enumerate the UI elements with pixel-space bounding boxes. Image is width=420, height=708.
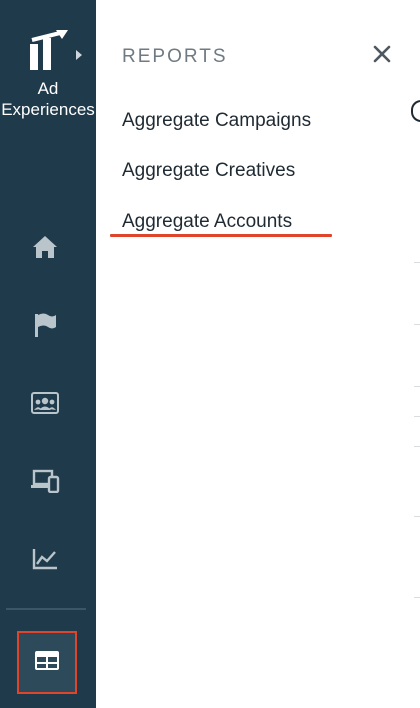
menu-item-aggregate-creatives[interactable]: Aggregate Creatives — [122, 160, 295, 182]
divider — [414, 597, 420, 598]
reports-nav-button[interactable] — [17, 631, 77, 694]
menu-item-aggregate-accounts[interactable]: Aggregate Accounts — [122, 211, 292, 233]
reports-panel: REPORTS Aggregate Campaigns Aggregate Cr… — [96, 0, 420, 708]
highlight-underline — [110, 234, 332, 237]
caret-right-icon[interactable] — [76, 50, 82, 60]
divider — [414, 416, 420, 417]
home-icon[interactable] — [28, 232, 62, 262]
reports-table-icon — [35, 650, 59, 675]
brand-name: Ad Experiences — [1, 79, 95, 119]
sidebar-divider — [6, 608, 86, 610]
divider — [414, 516, 420, 517]
ad-experiences-logo — [30, 30, 72, 70]
chart-icon[interactable] — [28, 544, 62, 574]
devices-icon[interactable] — [28, 466, 62, 496]
brand[interactable]: Ad Experiences — [0, 0, 96, 130]
divider — [414, 386, 420, 387]
divider — [414, 262, 420, 263]
menu-item-aggregate-campaigns[interactable]: Aggregate Campaigns — [122, 110, 311, 132]
flag-icon[interactable] — [28, 310, 62, 340]
audience-icon[interactable] — [28, 388, 62, 418]
sidebar: Ad Experiences — [0, 0, 96, 708]
divider — [414, 324, 420, 325]
panel-title: REPORTS — [122, 46, 228, 67]
divider — [414, 446, 420, 447]
close-icon[interactable] — [368, 40, 396, 68]
